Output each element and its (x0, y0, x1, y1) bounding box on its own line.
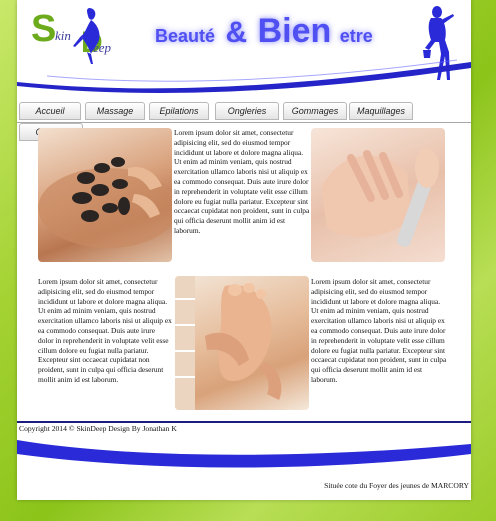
foot-massage-image (175, 276, 309, 410)
tab-accueil[interactable]: Accueil (19, 102, 81, 120)
left-paragraph: Lorem ipsum dolor sit amet, consectetur … (38, 277, 172, 384)
site-header: S kin D eep Beauté & Bien etre (17, 0, 471, 98)
logo-letter-s: S (31, 8, 57, 50)
title-bien: Bien (257, 12, 332, 50)
manicure-image (311, 128, 445, 262)
footer-wave (17, 440, 471, 500)
site-title: Beauté & Bien etre (155, 12, 373, 51)
hot-stone-illustration (38, 157, 172, 248)
tab-epilations[interactable]: Epilations (149, 102, 209, 120)
header-swoosh (17, 59, 471, 93)
hot-stone-massage-image (38, 128, 172, 262)
tab-maquillages[interactable]: Maquillages (349, 102, 413, 120)
address-text: Située cote du Foyer des jeunes de MARCO… (324, 481, 469, 490)
right-paragraph: Lorem ipsum dolor sit amet, consectetur … (311, 277, 447, 384)
tab-gommages[interactable]: Gommages (283, 102, 347, 120)
tab-ongleries[interactable]: Ongleries (215, 102, 279, 120)
intro-paragraph: Lorem ipsum dolor sit amet, consectetur … (174, 128, 310, 235)
nav-divider (17, 122, 471, 123)
footer-divider (17, 421, 471, 423)
title-ampersand: & (225, 16, 248, 49)
page-container: S kin D eep Beauté & Bien etre (17, 0, 471, 500)
copyright-text: Copyright 2014 © SkinDeep Design By Jona… (19, 424, 177, 433)
title-etre: etre (339, 26, 373, 46)
tab-massage[interactable]: Massage (85, 102, 145, 120)
manicure-illustration (321, 148, 439, 247)
foot-massage-illustration (175, 276, 282, 410)
title-beaute: Beauté (155, 26, 216, 46)
